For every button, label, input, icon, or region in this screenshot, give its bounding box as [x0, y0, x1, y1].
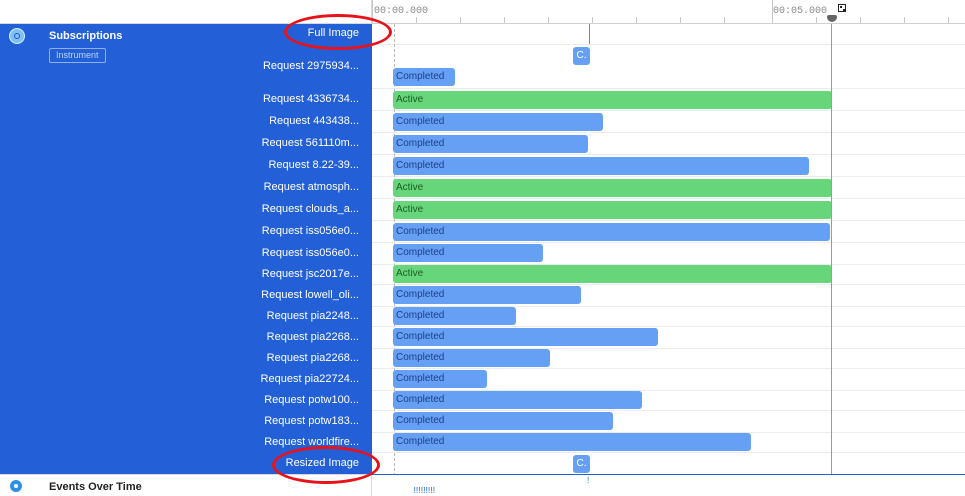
request-bar[interactable]: Active	[393, 265, 832, 283]
row-label[interactable]: Request lowell_oli...	[261, 289, 359, 301]
ruler-start-label: 00:00.000	[374, 6, 429, 17]
row-divider	[372, 110, 965, 111]
ruler-tick	[948, 17, 949, 23]
ruler-tick	[636, 17, 637, 23]
request-bar[interactable]: Completed	[393, 412, 613, 430]
row-divider	[372, 44, 965, 45]
request-bar[interactable]: Completed	[393, 433, 751, 451]
row-label[interactable]: Request pia2248...	[267, 310, 359, 322]
resized-image-marker[interactable]: C.	[573, 455, 590, 473]
end-flag-icon[interactable]	[838, 4, 846, 12]
full-image-marker[interactable]: C.	[573, 47, 590, 65]
row-divider	[372, 198, 965, 199]
ruler-tick	[860, 17, 861, 23]
request-bar[interactable]: Completed	[393, 135, 588, 153]
ruler-tick	[548, 17, 549, 23]
row-label[interactable]: Request 8.22-39...	[268, 159, 359, 171]
row-divider	[372, 132, 965, 133]
row-label[interactable]: Request atmosph...	[264, 181, 359, 193]
row-label[interactable]: Request 4336734...	[263, 93, 359, 105]
request-bar[interactable]: Completed	[393, 68, 455, 86]
request-bar[interactable]: Completed	[393, 349, 550, 367]
row-label[interactable]: Request 443438...	[269, 115, 359, 127]
row-divider	[372, 452, 965, 453]
row-label[interactable]: Request pia2268...	[267, 352, 359, 364]
row-divider	[372, 220, 965, 221]
ruler-tick	[680, 17, 681, 23]
request-bar[interactable]: Active	[393, 91, 832, 109]
row-divider	[372, 176, 965, 177]
request-bar[interactable]: Completed	[393, 223, 830, 241]
row-label[interactable]: Request 561110m...	[262, 137, 359, 149]
row-divider	[372, 410, 965, 411]
row-label[interactable]: Request 2975934...	[263, 60, 359, 72]
playhead-line	[831, 24, 832, 496]
request-bar[interactable]: Completed	[393, 113, 603, 131]
request-bar[interactable]: Completed	[393, 370, 487, 388]
request-bar[interactable]: Completed	[393, 244, 543, 262]
row-label[interactable]: Request potw100...	[264, 394, 359, 406]
event-ticks: !!!!!!!!!	[412, 486, 437, 496]
ruler-tick	[416, 17, 417, 23]
annotation-oval-full-image	[284, 14, 392, 50]
request-bar[interactable]: Completed	[393, 286, 581, 304]
pin-icon	[10, 480, 22, 492]
row-divider	[372, 154, 965, 155]
annotation-oval-resized-image	[272, 446, 380, 484]
ruler-tick	[460, 17, 461, 23]
events-track[interactable]	[372, 474, 965, 496]
ruler-tick	[904, 17, 905, 23]
request-bar[interactable]: Completed	[393, 391, 642, 409]
request-bar[interactable]: Active	[393, 201, 832, 219]
timeline-ruler[interactable]: 00:00.000 00:05.000	[372, 0, 965, 24]
request-bar[interactable]: Active	[393, 179, 832, 197]
events-title: Events Over Time	[49, 481, 142, 493]
selection-guide	[589, 24, 590, 44]
ruler-tick	[504, 17, 505, 23]
instrument-badge: Instrument	[49, 48, 106, 63]
row-divider	[372, 326, 965, 327]
request-bar[interactable]: Completed	[393, 307, 516, 325]
ruler-tick	[816, 17, 817, 23]
row-label[interactable]: Request clouds_a...	[262, 203, 359, 215]
ruler-tick	[592, 17, 593, 23]
event-tick-mark: !	[587, 476, 590, 485]
row-label[interactable]: Request iss056e0...	[262, 225, 359, 237]
row-label[interactable]: Request iss056e0...	[262, 247, 359, 259]
row-label[interactable]: Request pia22724...	[261, 373, 359, 385]
request-bar[interactable]: Completed	[393, 157, 809, 175]
row-label[interactable]: Request pia2268...	[267, 331, 359, 343]
row-divider	[372, 88, 965, 89]
subscriptions-instrument-icon	[9, 28, 25, 44]
row-label[interactable]: Request jsc2017e...	[262, 268, 359, 280]
row-divider	[372, 284, 965, 285]
ruler-tick	[724, 17, 725, 23]
ruler-mid-label: 00:05.000	[773, 6, 828, 17]
row-label[interactable]: Request potw183...	[264, 415, 359, 427]
request-bar[interactable]: Completed	[393, 328, 658, 346]
row-divider	[372, 242, 965, 243]
instrument-title: Subscriptions	[49, 30, 123, 42]
row-divider	[372, 368, 965, 369]
